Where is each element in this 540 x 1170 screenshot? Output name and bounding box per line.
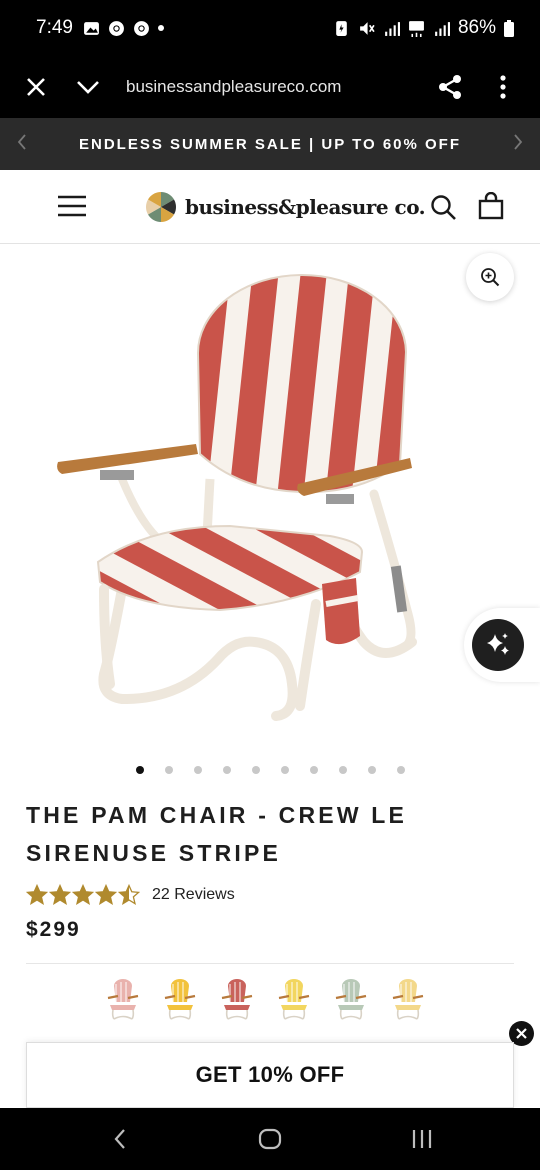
chevron-right-icon	[514, 133, 523, 150]
color-swatches	[104, 978, 427, 1022]
carousel-dot[interactable]	[136, 766, 144, 774]
promo-banner: ENDLESS SUMMER SALE | UP TO 60% OFF	[0, 118, 540, 170]
close-icon	[516, 1028, 527, 1039]
share-icon	[439, 75, 461, 99]
color-swatch[interactable]	[275, 978, 313, 1022]
battery-saver-icon	[336, 20, 347, 36]
system-navigation-bar	[0, 1108, 540, 1170]
sparkle-icon	[487, 633, 509, 655]
carousel-dot[interactable]	[194, 766, 202, 774]
promo-prev-button[interactable]	[12, 133, 32, 156]
image-carousel-indicator	[0, 766, 540, 776]
star-icon	[95, 884, 117, 905]
status-bar: 7:49 86%	[0, 0, 540, 56]
carousel-dot[interactable]	[368, 766, 376, 774]
promo-text[interactable]: ENDLESS SUMMER SALE | UP TO 60% OFF	[79, 136, 461, 153]
gallery-icon	[84, 21, 99, 35]
carousel-dot[interactable]	[223, 766, 231, 774]
star-icon	[72, 884, 94, 905]
back-button[interactable]	[100, 1124, 140, 1154]
product-price: $299	[26, 918, 81, 941]
system-indicators: 86%	[333, 17, 514, 39]
rating-stars	[26, 884, 140, 906]
color-swatch[interactable]	[161, 978, 199, 1022]
search-icon	[431, 195, 456, 220]
battery-icon	[504, 19, 514, 37]
more-notifications-icon	[157, 25, 164, 31]
promo-next-button[interactable]	[508, 133, 528, 156]
logo-text: business&pleasure co.	[185, 195, 426, 219]
chevron-down-icon	[77, 81, 99, 94]
site-header: business&pleasure co.	[0, 170, 540, 244]
home-button[interactable]	[250, 1124, 290, 1154]
carousel-dot[interactable]	[310, 766, 318, 774]
cart-button[interactable]	[478, 191, 504, 225]
carousel-dot[interactable]	[281, 766, 289, 774]
ai-assistant-tab	[464, 608, 540, 682]
back-icon	[114, 1129, 125, 1149]
mute-icon	[360, 21, 375, 35]
menu-button[interactable]	[56, 194, 88, 223]
color-swatch[interactable]	[332, 978, 370, 1022]
share-button[interactable]	[432, 69, 468, 105]
chrome-icon	[134, 20, 149, 36]
url-bar[interactable]: businessandpleasureco.com	[126, 77, 396, 97]
carousel-dot[interactable]	[339, 766, 347, 774]
discount-offer-button[interactable]: GET 10% OFF	[26, 1042, 514, 1108]
chevron-left-icon	[17, 133, 26, 150]
recents-icon	[412, 1130, 432, 1148]
color-swatch[interactable]	[389, 978, 427, 1022]
notification-icons	[83, 20, 164, 37]
site-logo[interactable]: business&pleasure co.	[145, 191, 426, 223]
product-image-beach-chair	[57, 274, 417, 721]
product-title: THE PAM CHAIR - CREW LE SIRENUSE STRIPE	[26, 802, 408, 866]
shopping-bag-icon	[478, 191, 504, 220]
hamburger-menu-icon	[58, 195, 86, 217]
more-options-button[interactable]	[485, 69, 521, 105]
close-tab-button[interactable]	[18, 69, 54, 105]
close-icon	[27, 78, 45, 96]
zoom-in-icon	[481, 268, 500, 287]
umbrella-logo-icon	[145, 192, 177, 222]
signal-icon	[435, 21, 450, 36]
color-swatch[interactable]	[218, 978, 256, 1022]
star-icon	[49, 884, 71, 905]
search-button[interactable]	[430, 194, 457, 226]
product-image-gallery[interactable]	[0, 244, 540, 754]
color-swatch[interactable]	[104, 978, 142, 1022]
divider	[26, 963, 514, 964]
reviews-link[interactable]: 22 Reviews	[152, 886, 235, 904]
product-rating[interactable]: 22 Reviews	[26, 884, 235, 906]
zoom-button[interactable]	[466, 253, 514, 301]
star-icon	[26, 884, 48, 905]
carousel-dot[interactable]	[252, 766, 260, 774]
browser-toolbar: businessandpleasureco.com	[0, 56, 540, 118]
5g-icon	[409, 20, 424, 37]
chrome-icon	[109, 20, 124, 36]
signal-icon	[385, 21, 400, 36]
status-time: 7:49	[36, 17, 73, 38]
more-vert-icon	[500, 75, 506, 99]
recents-button[interactable]	[402, 1124, 442, 1154]
minimize-button[interactable]	[70, 69, 106, 105]
star-icon	[118, 884, 140, 905]
carousel-dot[interactable]	[165, 766, 173, 774]
ai-assistant-button[interactable]	[472, 619, 524, 671]
home-icon	[258, 1128, 282, 1150]
battery-percent: 86%	[457, 17, 496, 38]
carousel-dot[interactable]	[397, 766, 405, 774]
